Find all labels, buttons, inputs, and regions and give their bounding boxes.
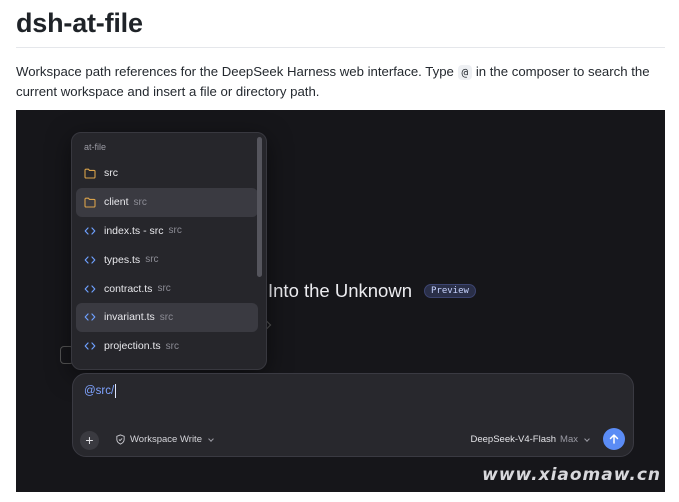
dropdown-item-label: src (104, 167, 118, 180)
folder-icon (84, 167, 96, 179)
folder-icon (84, 196, 96, 208)
description-text: Workspace path references for the DeepSe… (16, 64, 458, 79)
page-description: Workspace path references for the DeepSe… (16, 62, 656, 101)
dropdown-heading: at-file (84, 142, 107, 152)
dropdown-item-label: invariant.ts (104, 311, 155, 324)
hero-title: Into the Unknown (268, 280, 412, 301)
code-file-icon (84, 311, 96, 323)
dropdown-item-path: src (168, 225, 182, 237)
arrow-up-icon (609, 434, 619, 444)
dropdown-item[interactable]: invariant.ts src (76, 302, 258, 332)
dropdown-list: src client src index.ts - src src types.ts src… (76, 159, 258, 361)
send-button[interactable] (603, 428, 625, 450)
dropdown-item[interactable]: types.ts src (76, 245, 258, 274)
mode-label: Workspace Write (130, 434, 202, 445)
dropdown-item[interactable]: client src (76, 187, 258, 217)
dropdown-item-label: types.ts (104, 253, 141, 266)
dropdown-item-label: contract.ts (104, 282, 153, 295)
dropdown-item-path: src (159, 311, 174, 323)
dropdown-item[interactable]: contract.ts src (76, 274, 258, 303)
dropdown-item[interactable]: src (76, 159, 258, 188)
dropdown-item[interactable]: index.ts - src src (76, 217, 258, 246)
title-divider (16, 47, 665, 48)
composer: @src/ + Workspace Write DeepSeek-V4-Flas… (72, 373, 634, 457)
dropdown-item-label: projection.ts (104, 340, 161, 353)
chevron-down-icon (208, 435, 214, 442)
plus-icon: + (85, 432, 94, 448)
dropdown-item-label: client (104, 196, 129, 209)
dropdown-item[interactable]: projection.ts src (76, 332, 258, 361)
code-file-icon (84, 283, 96, 295)
preview-badge: Preview (423, 284, 476, 298)
text-cursor (115, 384, 117, 398)
at-symbol-code: @ (457, 65, 473, 80)
app-screenshot: Into the Unknown Preview at-file src clie… (16, 110, 665, 492)
model-name: DeepSeek-V4-Flash (470, 434, 557, 445)
at-file-dropdown: at-file src client src index.ts - src src typ… (71, 132, 267, 370)
shield-icon (116, 434, 125, 445)
code-file-icon (84, 225, 96, 237)
page-title: dsh-at-file (16, 8, 143, 38)
dropdown-item-path: src (157, 283, 171, 295)
code-file-icon (84, 340, 96, 352)
dropdown-item-label: index.ts - src (104, 224, 164, 237)
dropdown-scrollbar[interactable] (257, 137, 262, 277)
mode-select[interactable]: Workspace Write (115, 434, 214, 445)
composer-input-value: @src/ (84, 385, 115, 397)
dropdown-item-path: src (165, 340, 179, 352)
watermark: www.xiaomaw.cn (482, 465, 661, 485)
hero-heading: Into the Unknown Preview (268, 280, 476, 302)
add-button[interactable]: + (80, 431, 99, 450)
composer-input[interactable]: @src/ (84, 384, 117, 398)
dropdown-item-path: src (133, 196, 147, 208)
code-file-icon (84, 254, 96, 266)
dropdown-item-path: src (145, 254, 159, 266)
chevron-down-icon (584, 435, 590, 442)
model-effort: Max (560, 434, 578, 445)
model-select[interactable]: DeepSeek-V4-Flash Max (471, 434, 590, 445)
